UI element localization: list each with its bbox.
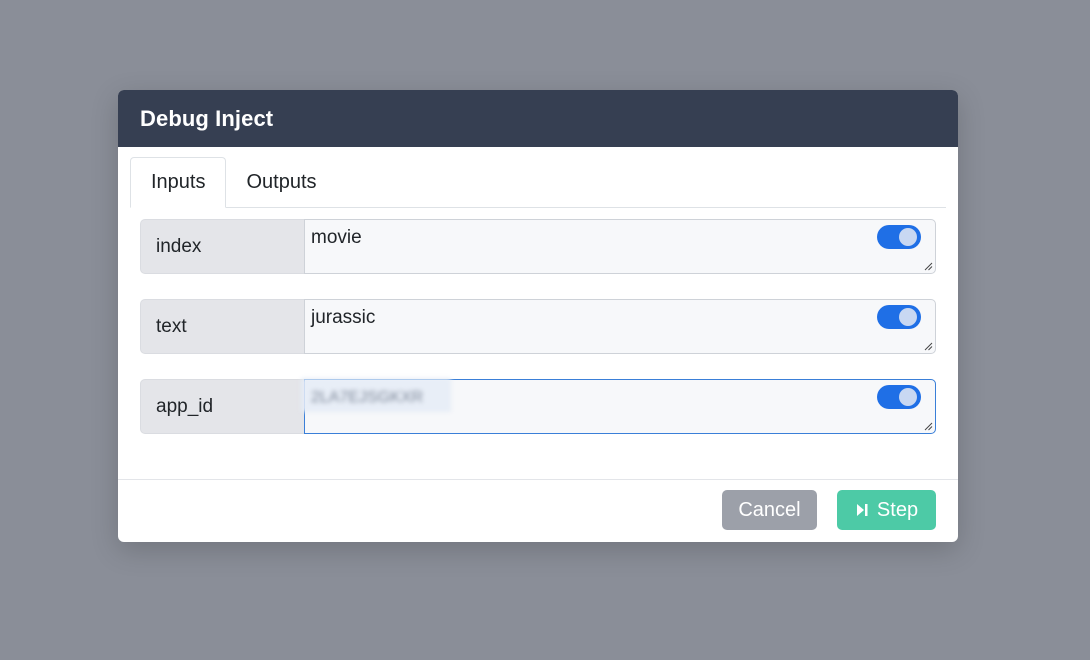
field-box-text: jurassic [304, 299, 936, 354]
app-id-enable-toggle[interactable] [877, 385, 921, 409]
toggle-knob [899, 388, 917, 406]
index-input[interactable]: movie [305, 220, 935, 273]
index-enable-toggle[interactable] [877, 225, 921, 249]
step-forward-icon [856, 504, 868, 516]
tab-bar: Inputs Outputs [130, 157, 946, 208]
toggle-knob [899, 228, 917, 246]
dialog-title: Debug Inject [118, 90, 958, 147]
dialog-footer-divider [118, 479, 958, 480]
field-label-app-id: app_id [140, 379, 304, 434]
tab-outputs[interactable]: Outputs [226, 157, 336, 207]
step-button-label: Step [876, 498, 919, 521]
app-id-input[interactable]: 2LA7EJSGKXR [311, 389, 423, 407]
resize-grip-icon[interactable] [923, 421, 933, 431]
field-row-app-id: app_id 2LA7EJSGKXR [140, 378, 936, 434]
field-box-index: movie [304, 219, 936, 274]
text-input[interactable]: jurassic [305, 300, 935, 353]
cancel-button[interactable]: Cancel [722, 490, 817, 530]
resize-grip-icon[interactable] [923, 341, 933, 351]
field-label-index: index [140, 219, 304, 274]
text-enable-toggle[interactable] [877, 305, 921, 329]
field-row-text: text jurassic [140, 299, 936, 354]
tab-inputs[interactable]: Inputs [130, 157, 227, 208]
cancel-button-label: Cancel [738, 498, 801, 521]
field-label-text: text [140, 299, 304, 354]
resize-grip-icon[interactable] [923, 261, 933, 271]
debug-inject-dialog: Debug Inject Inputs Outputs index movie … [118, 90, 958, 542]
toggle-knob [899, 308, 917, 326]
field-box-app-id: 2LA7EJSGKXR [301, 378, 936, 434]
field-row-index: index movie [140, 219, 936, 274]
step-button[interactable]: Step [837, 490, 936, 530]
